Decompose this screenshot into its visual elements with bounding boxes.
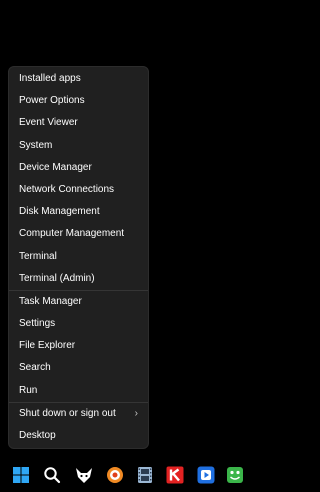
windows-start-icon[interactable]: [12, 466, 30, 484]
menu-item-terminal[interactable]: Terminal: [9, 246, 148, 268]
menu-item-settings[interactable]: Settings: [9, 313, 148, 335]
search-icon[interactable]: [43, 466, 61, 484]
menu-item-shut-down-or-sign-out[interactable]: Shut down or sign out ›: [9, 403, 148, 425]
menu-item-label: Terminal (Admin): [19, 272, 95, 284]
menu-item-label: Search: [19, 362, 51, 374]
menu-item-label: Computer Management: [19, 228, 125, 240]
menu-item-label: Event Viewer: [19, 117, 78, 129]
menu-item-computer-management[interactable]: Computer Management: [9, 223, 148, 245]
menu-item-label: System: [19, 139, 53, 151]
menu-item-search[interactable]: Search: [9, 357, 148, 379]
menu-item-label: Run: [19, 384, 38, 396]
menu-item-network-connections[interactable]: Network Connections: [9, 179, 148, 201]
menu-item-installed-apps[interactable]: Installed apps: [9, 68, 148, 90]
film-strip-icon[interactable]: [136, 466, 154, 484]
menu-item-power-options[interactable]: Power Options: [9, 90, 148, 112]
menu-item-label: Network Connections: [19, 183, 115, 195]
menu-item-label: Terminal: [19, 250, 57, 262]
green-app-icon[interactable]: [226, 466, 244, 484]
blue-play-app-icon[interactable]: [197, 466, 215, 484]
menu-item-terminal-admin[interactable]: Terminal (Admin): [9, 268, 148, 290]
menu-item-device-manager[interactable]: Device Manager: [9, 157, 148, 179]
menu-item-label: Device Manager: [19, 161, 92, 173]
menu-item-event-viewer[interactable]: Event Viewer: [9, 112, 148, 134]
chevron-right-icon: ›: [134, 407, 138, 419]
taskbar: [0, 458, 250, 492]
orange-circle-app-icon[interactable]: [106, 466, 124, 484]
menu-item-label: Power Options: [19, 95, 85, 107]
menu-item-label: Disk Management: [19, 206, 100, 218]
menu-item-label: Installed apps: [19, 73, 81, 84]
k-app-icon[interactable]: [166, 466, 184, 484]
menu-item-system[interactable]: System: [9, 135, 148, 157]
menu-item-task-manager[interactable]: Task Manager: [9, 291, 148, 313]
screen: Installed apps Power Options Event Viewer S…: [0, 0, 250, 492]
menu-item-file-explorer[interactable]: File Explorer: [9, 335, 148, 357]
menu-item-desktop[interactable]: Desktop: [9, 425, 148, 447]
menu-item-label: Settings: [19, 318, 56, 330]
winx-context-menu: Installed apps Power Options Event Viewer S…: [8, 66, 149, 449]
menu-item-label: Task Manager: [19, 295, 82, 307]
menu-item-label: Shut down or sign out: [19, 407, 116, 419]
menu-item-run[interactable]: Run: [9, 380, 148, 402]
menu-item-disk-management[interactable]: Disk Management: [9, 201, 148, 223]
fox-app-icon[interactable]: [75, 466, 93, 484]
menu-item-label: File Explorer: [19, 340, 76, 352]
menu-item-label: Desktop: [19, 430, 56, 441]
